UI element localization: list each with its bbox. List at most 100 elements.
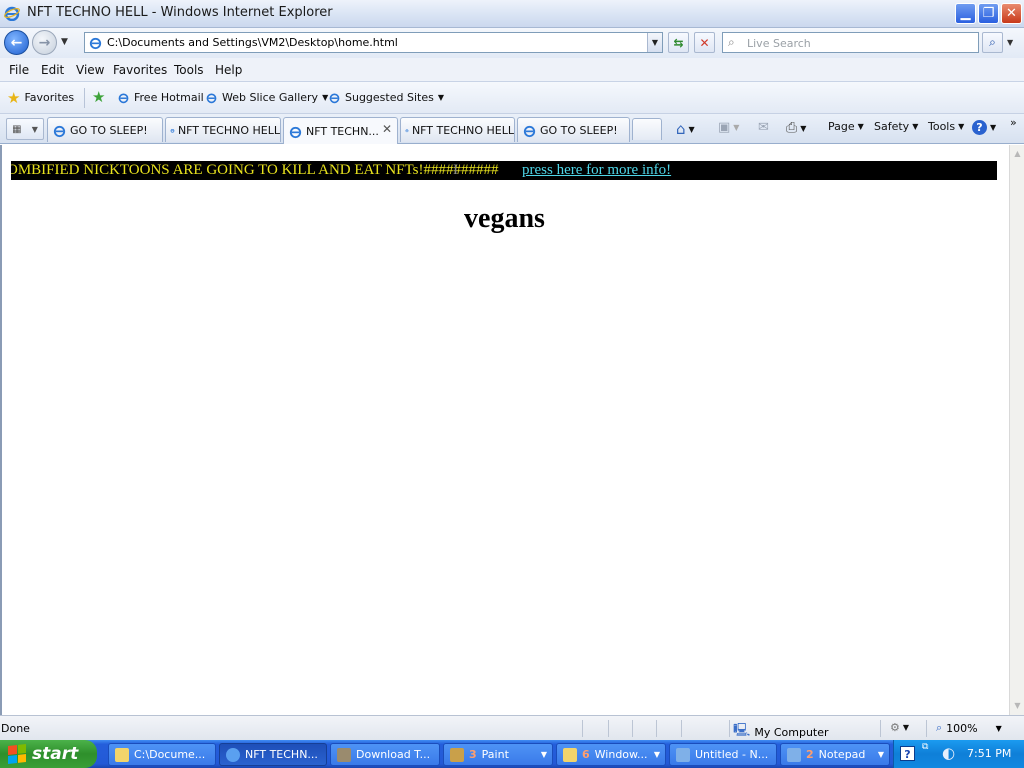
print-button[interactable]: ⎙ ▼ bbox=[786, 120, 806, 136]
fav-link-label: Free Hotmail bbox=[134, 91, 204, 104]
add-to-favorites-button[interactable]: ★ bbox=[92, 88, 106, 106]
close-button[interactable]: ✕ bbox=[1001, 3, 1022, 24]
tab-label: NFT TECHN... bbox=[306, 124, 379, 138]
menu-favorites[interactable]: Favorites bbox=[113, 63, 167, 77]
chevron-down-icon: ▼ bbox=[540, 750, 547, 759]
chevron-down-icon: ▼ bbox=[912, 122, 919, 131]
fav-link-suggested-sites[interactable]: Suggested Sites ▼ bbox=[328, 91, 444, 104]
clock: 7:51 PM bbox=[967, 747, 1012, 760]
help-icon: ? bbox=[972, 120, 987, 135]
feeds-button[interactable]: ▣ ▼ bbox=[718, 120, 739, 135]
tools-menu-button[interactable]: Tools ▼ bbox=[928, 120, 964, 133]
protected-mode-icon: ⚙ bbox=[890, 721, 900, 734]
minimize-icon: ▁ bbox=[960, 6, 971, 21]
taskbar-label: Paint bbox=[481, 748, 509, 761]
taskbar-group-paint[interactable]: 3 Paint ▼ bbox=[443, 743, 553, 766]
internet-explorer-icon bbox=[226, 747, 240, 762]
chevron-down-icon: ▼ bbox=[437, 93, 444, 102]
network-status-icon[interactable]: ◐ bbox=[942, 744, 955, 762]
vertical-scrollbar[interactable]: ▲ ▼ bbox=[1009, 145, 1024, 715]
help-menu-button[interactable]: ? ▼ bbox=[972, 120, 996, 135]
chevron-down-icon: ▼ bbox=[653, 750, 660, 759]
scroll-up-icon[interactable]: ▲ bbox=[1011, 147, 1024, 161]
address-dropdown-button[interactable]: ▼ bbox=[647, 33, 662, 52]
more-commands-button[interactable]: » bbox=[1010, 116, 1017, 129]
menu-edit[interactable]: Edit bbox=[41, 63, 64, 77]
menu-help[interactable]: Help bbox=[215, 63, 242, 77]
tab-nft-techno-hell-2[interactable]: NFT TECHNO HELL bbox=[400, 117, 515, 142]
minimize-button[interactable]: ▁ bbox=[955, 3, 976, 24]
ie-page-icon bbox=[289, 126, 302, 138]
read-mail-button[interactable]: ✉ bbox=[758, 120, 769, 135]
separator bbox=[681, 720, 682, 737]
internet-explorer-icon bbox=[4, 6, 20, 21]
tab-go-to-sleep-1[interactable]: GO TO SLEEP! bbox=[47, 117, 163, 142]
quick-tabs-button[interactable]: ▦ ▼ bbox=[6, 118, 44, 140]
tab-go-to-sleep-2[interactable]: GO TO SLEEP! bbox=[517, 117, 630, 142]
zoom-level: 100% bbox=[946, 721, 978, 735]
safety-menu-button[interactable]: Safety ▼ bbox=[874, 120, 918, 133]
tab-label: GO TO SLEEP! bbox=[540, 123, 618, 137]
protected-mode-button[interactable]: ⚙ ▼ bbox=[890, 721, 909, 734]
recent-pages-dropdown[interactable]: ▼ bbox=[61, 37, 68, 47]
separator bbox=[880, 720, 881, 737]
show-desktop-icon[interactable]: ⧉ bbox=[922, 742, 928, 752]
title-bar: NFT TECHNO HELL - Windows Internet Explo… bbox=[0, 0, 1024, 28]
new-tab-button[interactable] bbox=[632, 118, 662, 140]
help-tray-icon[interactable]: ? bbox=[900, 746, 915, 761]
back-button[interactable]: ← bbox=[4, 30, 29, 55]
separator bbox=[582, 720, 583, 737]
search-button[interactable]: ⌕ bbox=[982, 32, 1003, 53]
status-bar: Done 🖳 My Computer ⚙ ▼ ⌕ 100% ▼ bbox=[0, 715, 1024, 740]
taskbar-button-ie[interactable]: NFT TECHN... bbox=[219, 743, 327, 766]
menu-file[interactable]: File bbox=[9, 63, 29, 77]
fav-link-free-hotmail[interactable]: Free Hotmail bbox=[117, 91, 204, 104]
paint-icon bbox=[450, 747, 464, 762]
mail-icon: ✉ bbox=[758, 120, 769, 135]
taskbar-group-notepad[interactable]: 2 Notepad ▼ bbox=[780, 743, 890, 766]
search-provider-icon: ⌕ bbox=[728, 35, 735, 49]
taskbar-button-download[interactable]: Download T... bbox=[330, 743, 440, 766]
ie-page-icon bbox=[118, 93, 129, 104]
zoom-button[interactable]: ⌕ 100% ▼ bbox=[936, 721, 1002, 735]
taskbar-button-explorer[interactable]: C:\Docume... bbox=[108, 743, 216, 766]
refresh-button[interactable]: ⇆ bbox=[668, 32, 689, 53]
address-input[interactable]: C:\Documents and Settings\VM2\Desktop\ho… bbox=[107, 36, 398, 49]
menu-tools[interactable]: Tools bbox=[174, 63, 204, 77]
scroll-down-icon[interactable]: ▼ bbox=[1011, 699, 1024, 713]
zoom-icon: ⌕ bbox=[936, 721, 943, 734]
separator bbox=[84, 88, 85, 108]
ie-page-icon bbox=[206, 93, 217, 104]
maximize-button[interactable]: ❐ bbox=[978, 3, 999, 24]
menu-view[interactable]: View bbox=[76, 63, 104, 77]
search-input[interactable]: Live Search bbox=[747, 37, 811, 50]
close-tab-icon[interactable]: ✕ bbox=[382, 122, 392, 136]
taskbar-label: NFT TECHN... bbox=[245, 748, 318, 761]
forward-button[interactable]: → bbox=[32, 30, 57, 55]
separator bbox=[729, 720, 730, 737]
favorites-button[interactable]: ★ Favorites bbox=[7, 90, 74, 105]
chevron-double-right-icon: » bbox=[1010, 116, 1017, 129]
start-button[interactable]: start bbox=[0, 740, 97, 768]
taskbar-label: Download T... bbox=[356, 748, 431, 761]
search-options-dropdown[interactable]: ▼ bbox=[1007, 38, 1013, 47]
stop-icon: ✕ bbox=[699, 35, 710, 50]
taskbar-group-windows[interactable]: 6 Window... ▼ bbox=[556, 743, 666, 766]
page-menu-button[interactable]: Page ▼ bbox=[828, 120, 864, 133]
address-bar[interactable]: C:\Documents and Settings\VM2\Desktop\ho… bbox=[84, 32, 663, 53]
stop-button[interactable]: ✕ bbox=[694, 32, 715, 53]
search-box[interactable]: ⌕ Live Search bbox=[722, 32, 979, 53]
fav-link-web-slice-gallery[interactable]: Web Slice Gallery ▼ bbox=[205, 91, 328, 104]
tab-label: GO TO SLEEP! bbox=[70, 123, 148, 137]
chevron-down-icon: ▼ bbox=[995, 723, 1002, 733]
taskbar-button-notepad-untitled[interactable]: Untitled - N... bbox=[669, 743, 777, 766]
text-cursor-icon: I bbox=[453, 162, 458, 178]
more-info-link[interactable]: press here for more info! bbox=[522, 161, 671, 180]
add-favorite-icon: ★ bbox=[92, 88, 106, 106]
home-button[interactable]: ⌂ ▼ bbox=[676, 120, 695, 138]
tab-nft-techno-hell-1[interactable]: NFT TECHNO HELL bbox=[165, 117, 281, 142]
restore-icon: ❐ bbox=[982, 6, 995, 21]
window-title: NFT TECHNO HELL - Windows Internet Explo… bbox=[27, 5, 333, 20]
tab-nft-techno-active[interactable]: NFT TECHN... ✕ bbox=[283, 117, 398, 144]
menu-bar: File Edit View Favorites Tools Help bbox=[0, 58, 1024, 82]
